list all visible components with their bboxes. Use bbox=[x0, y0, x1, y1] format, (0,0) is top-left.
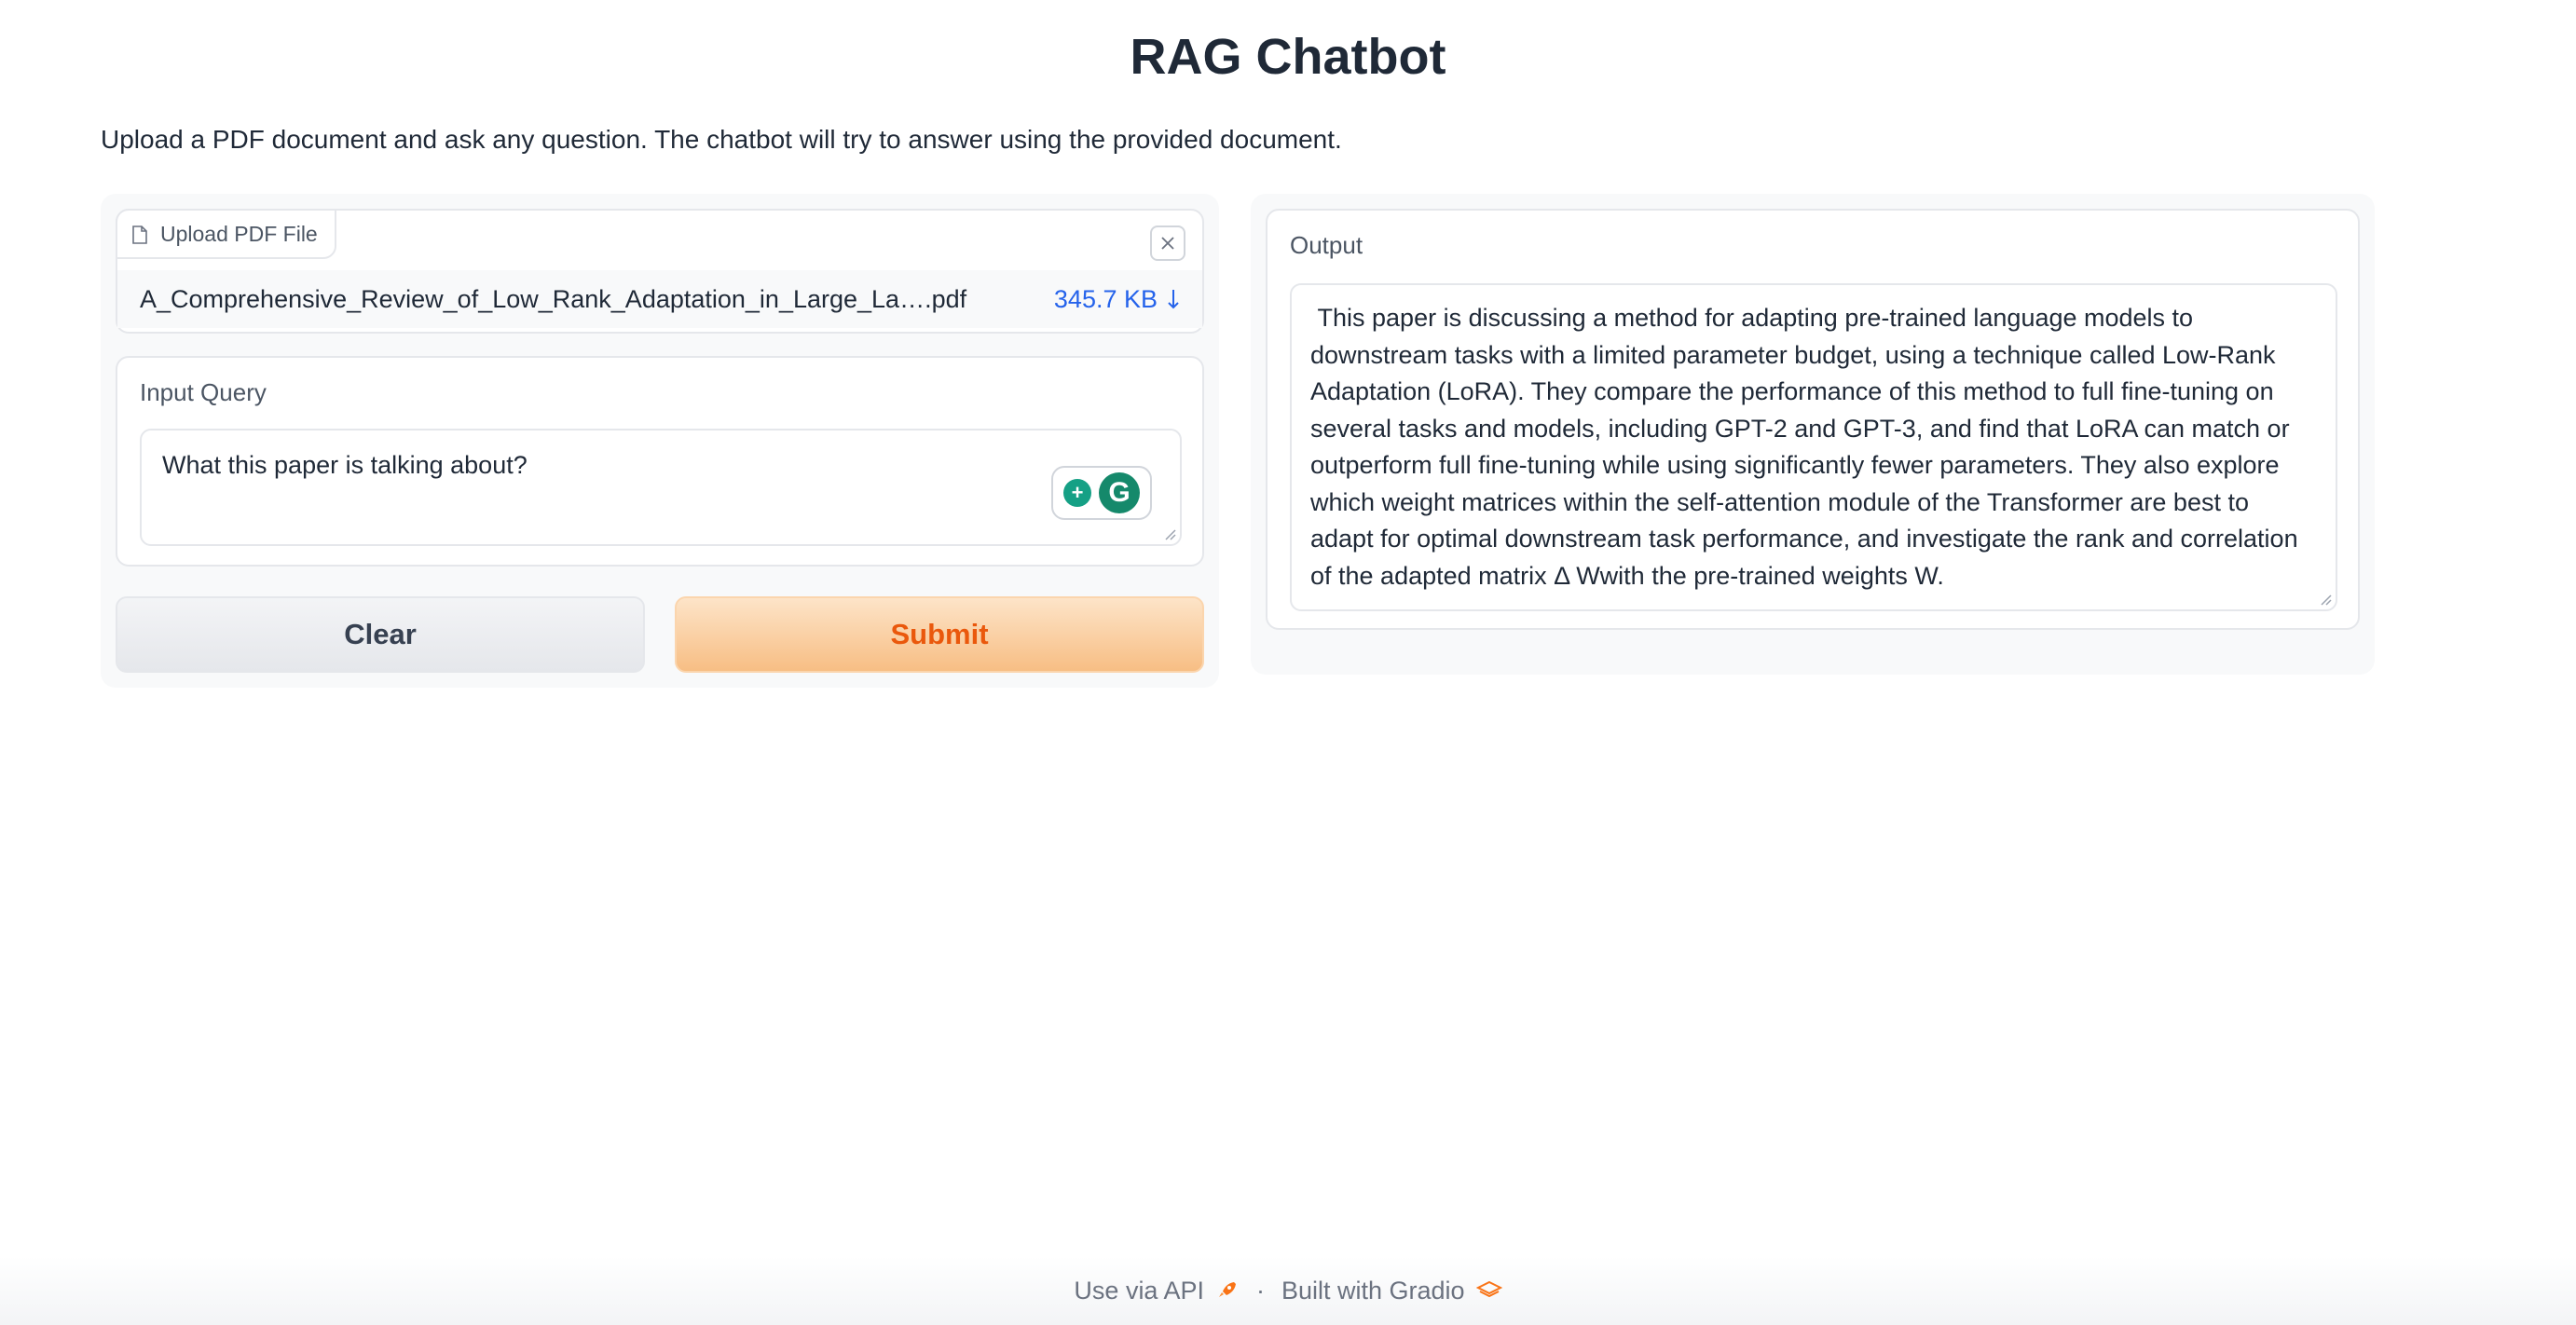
footer: Use via API · Built with Gradio bbox=[0, 1256, 2576, 1325]
file-download-link[interactable]: 345.7 KB bbox=[1054, 285, 1180, 314]
output-text: This paper is discussing a method for ad… bbox=[1310, 304, 2306, 590]
submit-button[interactable]: Submit bbox=[675, 596, 1204, 673]
rocket-icon bbox=[1218, 1282, 1236, 1297]
footer-separator: · bbox=[1255, 1276, 1265, 1305]
clear-button[interactable]: Clear bbox=[116, 596, 645, 673]
grammarly-widget[interactable]: G bbox=[1051, 466, 1152, 520]
use-via-api-link[interactable]: Use via API bbox=[1074, 1277, 1240, 1305]
file-icon bbox=[132, 225, 147, 244]
file-upload-label-text: Upload PDF File bbox=[160, 221, 318, 246]
download-arrow-icon bbox=[1168, 290, 1179, 309]
gradio-app: RAG Chatbot Upload a PDF document and as… bbox=[0, 0, 2576, 1325]
clear-file-button[interactable] bbox=[1150, 225, 1185, 261]
use-via-api-text: Use via API bbox=[1074, 1276, 1204, 1305]
resize-handle-icon[interactable] bbox=[2319, 593, 2332, 606]
file-upload-panel: Upload PDF File A_Comprehensive_Review_o… bbox=[116, 209, 1204, 334]
grammarly-logo-icon: G bbox=[1099, 472, 1140, 513]
grammarly-suggestion-icon bbox=[1063, 479, 1091, 507]
uploaded-file-name: A_Comprehensive_Review_of_Low_Rank_Adapt… bbox=[140, 284, 967, 313]
output-column: Output This paper is discussing a method… bbox=[1251, 194, 2375, 675]
input-query-label: Input Query bbox=[140, 378, 267, 406]
page-description: Upload a PDF document and ask any questi… bbox=[101, 125, 1342, 154]
output-textarea[interactable]: This paper is discussing a method for ad… bbox=[1290, 283, 2337, 611]
uploaded-file-row: A_Comprehensive_Review_of_Low_Rank_Adapt… bbox=[117, 270, 1202, 328]
built-with-gradio-link[interactable]: Built with Gradio bbox=[1281, 1277, 1502, 1305]
input-column: Upload PDF File A_Comprehensive_Review_o… bbox=[101, 194, 1219, 688]
input-query-text: What this paper is talking about? bbox=[162, 451, 528, 480]
file-size: 345.7 KB bbox=[1053, 284, 1158, 313]
built-with-gradio-text: Built with Gradio bbox=[1281, 1276, 1465, 1305]
close-icon bbox=[1161, 237, 1174, 250]
gradio-logo-icon bbox=[1475, 1280, 1502, 1298]
input-query-textarea[interactable]: What this paper is talking about? G bbox=[140, 429, 1182, 546]
file-upload-label: Upload PDF File bbox=[116, 209, 336, 259]
output-panel: Output This paper is discussing a method… bbox=[1266, 209, 2360, 630]
output-label: Output bbox=[1290, 231, 1363, 259]
input-query-panel: Input Query What this paper is talking a… bbox=[116, 356, 1204, 567]
resize-handle-icon[interactable] bbox=[1163, 527, 1176, 540]
page-title: RAG Chatbot bbox=[1130, 29, 1446, 85]
input-query-value: What this paper is talking about? bbox=[162, 451, 528, 479]
